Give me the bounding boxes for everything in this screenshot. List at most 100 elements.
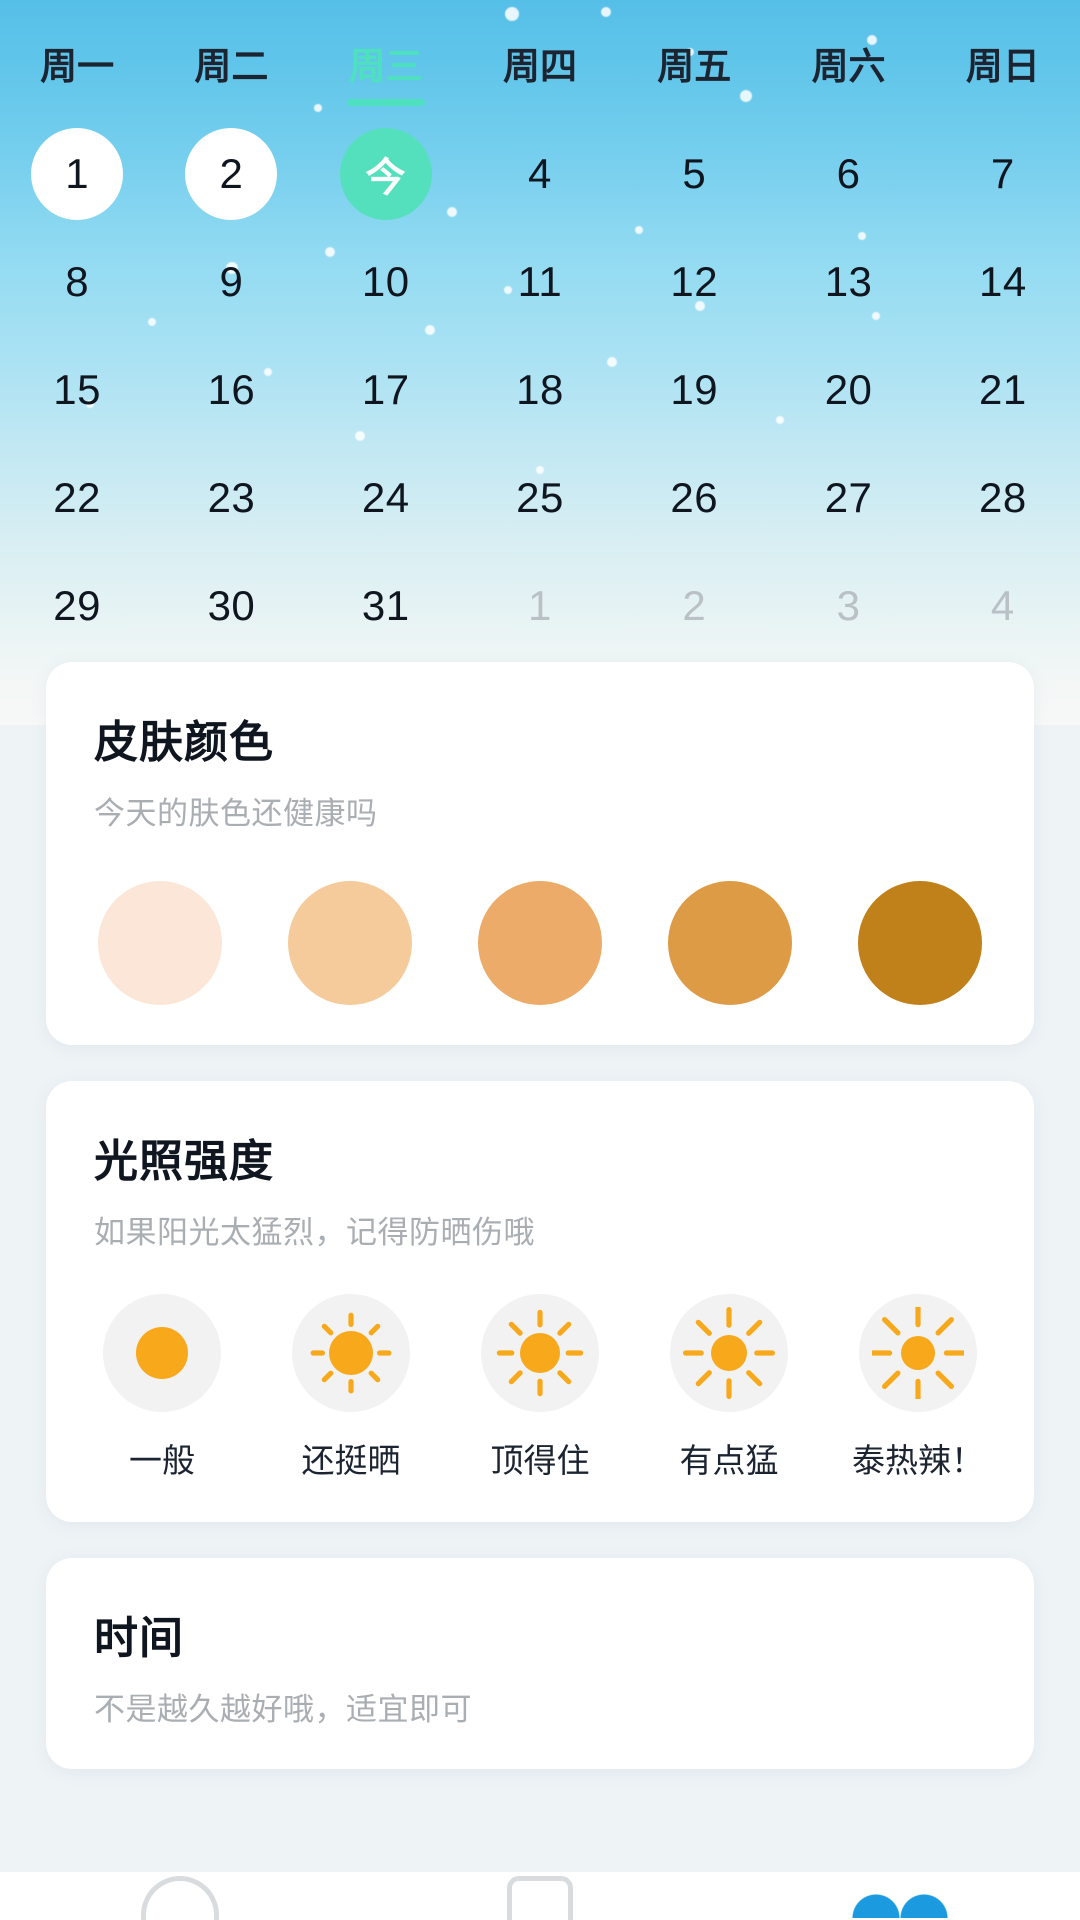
weekday-label: 周一 (40, 46, 115, 87)
day-cell[interactable]: 20 (771, 336, 925, 444)
day-cell[interactable]: 1 (463, 552, 617, 660)
day-number: 24 (361, 474, 410, 521)
day-cell[interactable]: 24 (309, 444, 463, 552)
day-cell[interactable]: 1 (0, 120, 154, 228)
day-today: 今 (339, 128, 432, 220)
day-cell[interactable]: 23 (154, 444, 308, 552)
skin-swatch-row (94, 881, 986, 1005)
day-number: 15 (53, 366, 101, 413)
day-cell[interactable]: 4 (463, 120, 617, 228)
day-number: 16 (207, 366, 256, 413)
skin-tone-2[interactable] (288, 881, 412, 1005)
day-number: 23 (207, 474, 256, 521)
weekday-label: 周二 (194, 46, 269, 87)
day-number: 30 (207, 582, 256, 629)
skin-tone-4[interactable] (668, 881, 792, 1005)
weekday-label: 周六 (811, 46, 886, 87)
day-cell[interactable]: 14 (926, 228, 1080, 336)
day-cell[interactable]: 31 (309, 552, 463, 660)
day-cell[interactable]: 10 (309, 228, 463, 336)
weekday-7[interactable]: 周日 (926, 36, 1080, 106)
calendar: 周一 周二 周三 周四 周五 周六 周日 1 2 今 4 5 6 7 8 9 10 11 12 13 14 15 16 17… (0, 0, 1080, 660)
nav-record[interactable] (480, 1876, 600, 1920)
day-cell[interactable]: 19 (617, 336, 771, 444)
day-cell[interactable]: 28 (926, 444, 1080, 552)
day-number: 9 (219, 258, 244, 305)
day-cell[interactable]: 27 (771, 444, 925, 552)
day-number: 31 (361, 582, 410, 629)
nav-home[interactable] (120, 1876, 240, 1920)
day-cell[interactable]: 25 (463, 444, 617, 552)
day-cell[interactable]: 3 (771, 552, 925, 660)
day-number: 3 (836, 582, 861, 629)
day-cell[interactable]: 6 (771, 120, 925, 228)
day-cell[interactable]: 18 (463, 336, 617, 444)
weekday-label: 周五 (657, 46, 732, 87)
sun-intensity-option-2[interactable]: 还挺晒 (285, 1294, 417, 1482)
day-cell[interactable]: 29 (0, 552, 154, 660)
weekday-3[interactable]: 周三 (309, 36, 463, 106)
card-stack: 皮肤颜色 今天的肤色还健康吗 光照强度 如果阳光太猛烈，记得防晒伤哦 一般 还挺晒… (0, 662, 1080, 1805)
skin-tone-3[interactable] (478, 881, 602, 1005)
light-intensity-card: 光照强度 如果阳光太猛烈，记得防晒伤哦 一般 还挺晒 顶得住 有点猛 泰热辣！ (46, 1081, 1034, 1522)
weekday-2[interactable]: 周二 (154, 36, 308, 106)
sun-intensity-option-1[interactable]: 一般 (96, 1294, 228, 1482)
day-number: 6 (836, 150, 861, 197)
day-cell[interactable]: 15 (0, 336, 154, 444)
day-cell[interactable]: 22 (0, 444, 154, 552)
light-intensity-title: 光照强度 (94, 1137, 274, 1186)
skin-color-subtitle: 今天的肤色还健康吗 (94, 796, 378, 831)
weekday-5[interactable]: 周五 (617, 36, 771, 106)
day-cell[interactable]: 17 (309, 336, 463, 444)
sun-intensity-label: 有点猛 (679, 1442, 779, 1479)
day-number: 26 (670, 474, 719, 521)
day-cell[interactable]: 26 (617, 444, 771, 552)
time-subtitle: 不是越久越好哦，适宜即可 (94, 1692, 472, 1727)
day-grid: 1 2 今 4 5 6 7 8 9 10 11 12 13 14 15 16 17 18 19 20 21 22 23 24 2… (0, 120, 1080, 660)
day-cell[interactable]: 5 (617, 120, 771, 228)
day-cell[interactable]: 2 (154, 120, 308, 228)
day-cell[interactable]: 11 (463, 228, 617, 336)
weekday-label: 周四 (502, 46, 577, 87)
sun-intensity-label: 还挺晒 (301, 1442, 401, 1479)
day-number: 4 (528, 150, 552, 197)
weekday-1[interactable]: 周一 (0, 36, 154, 106)
day-number: 22 (53, 474, 101, 521)
day-number: 14 (978, 258, 1027, 305)
sun-icon-level-3 (481, 1294, 599, 1412)
weekday-label: 周日 (965, 46, 1040, 87)
weekday-6[interactable]: 周六 (771, 36, 925, 106)
day-number: 21 (978, 366, 1027, 413)
skin-tone-1[interactable] (98, 881, 222, 1005)
sun-intensity-row: 一般 还挺晒 顶得住 有点猛 泰热辣！ (94, 1294, 986, 1482)
nav-profile[interactable] (840, 1876, 960, 1918)
day-number: 27 (824, 474, 873, 521)
day-cell[interactable]: 16 (154, 336, 308, 444)
day-number: 5 (682, 150, 707, 197)
day-cell[interactable]: 今 (309, 120, 463, 228)
day-cell[interactable]: 12 (617, 228, 771, 336)
day-number: 25 (516, 474, 564, 521)
sun-intensity-option-4[interactable]: 有点猛 (663, 1294, 795, 1482)
day-number: 8 (65, 258, 90, 305)
day-cell[interactable]: 2 (617, 552, 771, 660)
day-cell[interactable]: 13 (771, 228, 925, 336)
day-cell[interactable]: 9 (154, 228, 308, 336)
time-card: 时间 不是越久越好哦，适宜即可 (46, 1558, 1034, 1769)
weekday-label: 周三 (348, 46, 423, 87)
skin-tone-5[interactable] (858, 881, 982, 1005)
day-cell[interactable]: 4 (926, 552, 1080, 660)
day-cell[interactable]: 7 (926, 120, 1080, 228)
sun-intensity-option-5[interactable]: 泰热辣！ (852, 1294, 984, 1482)
day-number: 12 (670, 258, 719, 305)
weekday-4[interactable]: 周四 (463, 36, 617, 106)
day-cell[interactable]: 30 (154, 552, 308, 660)
nav-home-icon (141, 1876, 219, 1920)
sun-intensity-label: 一般 (129, 1442, 195, 1479)
sun-intensity-option-3[interactable]: 顶得住 (474, 1294, 606, 1482)
day-number: 1 (528, 582, 552, 629)
day-cell[interactable]: 8 (0, 228, 154, 336)
day-number: 11 (517, 258, 563, 305)
day-cell[interactable]: 21 (926, 336, 1080, 444)
sun-icon-level-2 (292, 1294, 410, 1412)
